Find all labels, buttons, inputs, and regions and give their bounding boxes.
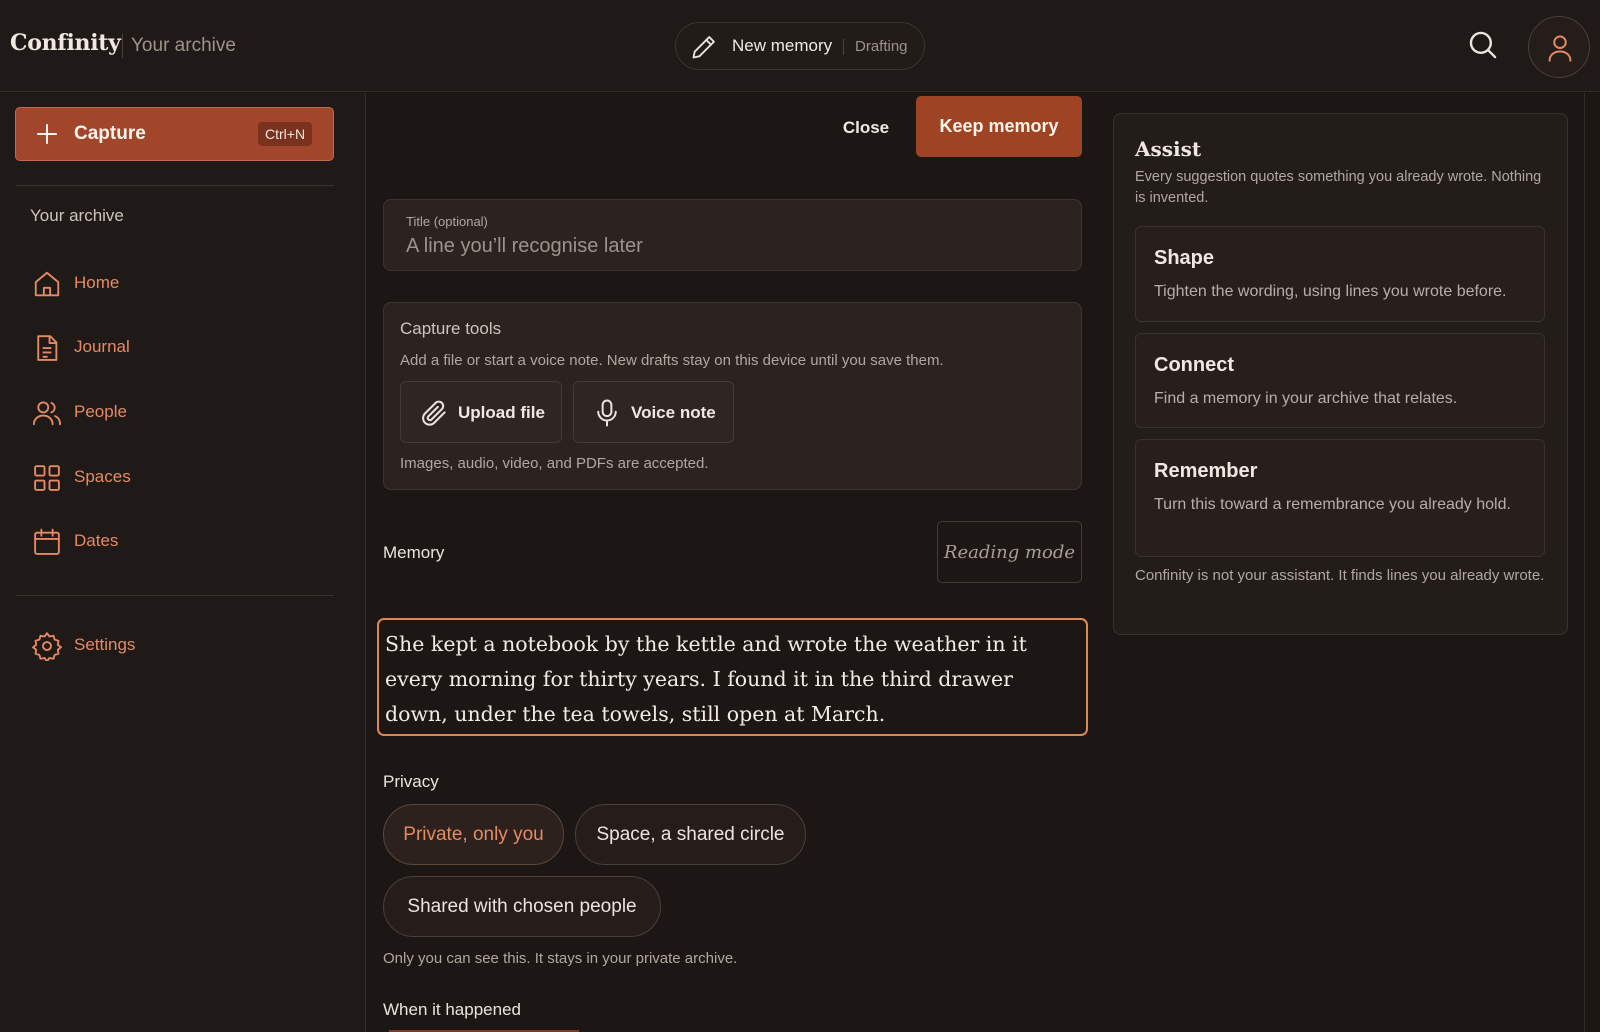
assist-card-description: Tighten the wording, using lines you wro… [1154,283,1507,300]
reading-mode-button[interactable]: Reading mode [937,521,1082,583]
title-field-label: Title (optional) [406,214,488,229]
brand-divider [122,34,123,58]
upload-file-button[interactable]: Upload file [400,381,562,443]
draft-divider [843,39,844,55]
capture-tools-footnote: Images, audio, video, and PDFs are accep… [400,455,709,472]
brand-logo[interactable]: Confinity [10,30,121,56]
sidebar-item-label: Home [74,273,120,292]
close-button[interactable]: Close [824,110,908,146]
sidebar-item-label: Spaces [74,467,131,486]
sidebar-item-label: People [74,402,127,421]
capture-tools-heading: Capture tools [400,319,502,338]
sidebar-item-label: Journal [74,337,130,356]
plus-icon [36,123,58,150]
capture-tools-description: Add a file or start a voice note. New dr… [400,352,944,369]
assist-panel: Assist Every suggestion quotes something… [1113,113,1568,635]
search-icon[interactable] [1466,28,1502,64]
privacy-option-space[interactable]: Space, a shared circle [575,804,806,865]
privacy-label: Privacy [383,772,439,791]
top-bar: Confinity Your archive New memory Drafti… [0,0,1600,92]
sidebar-item-label: Settings [74,635,136,654]
assist-card-remember[interactable]: Remember Turn this toward a remembrance … [1135,439,1545,557]
keep-memory-button[interactable]: Keep memory [916,96,1082,157]
assist-card-shape[interactable]: Shape Tighten the wording, using lines y… [1135,226,1545,322]
assist-card-title: Remember [1154,460,1258,482]
sidebar-item-spaces[interactable]: Spaces [16,453,334,501]
memory-label: Memory [383,543,445,562]
capture-tools-card: Capture tools Add a file or start a voic… [383,302,1082,490]
sidebar-divider [16,185,334,186]
privacy-option-private[interactable]: Private, only you [383,804,564,865]
privacy-note: Only you can see this. It stays in your … [383,950,738,967]
microphone-icon [597,399,617,427]
calendar-icon [34,528,60,555]
assist-card-description: Turn this toward a remembrance you alrea… [1154,496,1511,513]
privacy-option-shared[interactable]: Shared with chosen people [383,876,661,937]
assist-card-description: Find a memory in your archive that relat… [1154,390,1458,407]
home-icon [34,271,60,297]
memory-textarea[interactable]: She kept a notebook by the kettle and wr… [377,618,1088,736]
when-it-happened-label: When it happened [383,1000,521,1019]
capture-shortcut: Ctrl+N [258,122,313,146]
voice-note-label: Voice note [631,403,716,422]
assist-heading: Assist [1135,137,1202,161]
user-icon [1548,35,1572,62]
assist-footer: Confinity is not your assistant. It find… [1135,567,1545,584]
document-icon [37,335,58,361]
paperclip-icon [422,400,446,426]
capture-label: Capture [74,123,146,144]
upload-file-label: Upload file [458,403,545,422]
right-panel-edge [1584,93,1585,1032]
pencil-icon [690,33,718,61]
voice-note-button[interactable]: Voice note [573,381,734,443]
sidebar-item-journal[interactable]: Journal [16,323,334,371]
title-input[interactable] [404,232,1044,260]
assist-card-title: Shape [1154,247,1215,269]
sidebar-heading: Your archive [30,206,124,225]
draft-status-pill: New memory Drafting [675,22,925,70]
draft-title: New memory [732,36,833,55]
grid-icon [34,465,60,491]
assist-card-title: Connect [1154,354,1234,376]
title-field[interactable]: Title (optional) [383,199,1082,271]
sidebar-item-dates[interactable]: Dates [16,517,334,565]
assist-card-connect[interactable]: Connect Find a memory in your archive th… [1135,333,1545,428]
draft-status: Drafting [855,38,908,55]
gear-icon [32,632,62,661]
sidebar: Capture Ctrl+N Your archive Home Journal… [0,93,366,1032]
account-avatar-button[interactable] [1528,16,1590,78]
assist-description: Every suggestion quotes something you al… [1135,169,1542,206]
sidebar-item-label: Dates [74,531,119,550]
archive-subtitle: Your archive [131,35,236,56]
sidebar-divider [16,595,334,596]
sidebar-item-settings[interactable]: Settings [16,621,334,669]
people-icon [32,401,62,426]
sidebar-item-home[interactable]: Home [16,259,334,307]
sidebar-item-people[interactable]: People [16,388,334,436]
capture-button[interactable]: Capture Ctrl+N [15,107,334,161]
